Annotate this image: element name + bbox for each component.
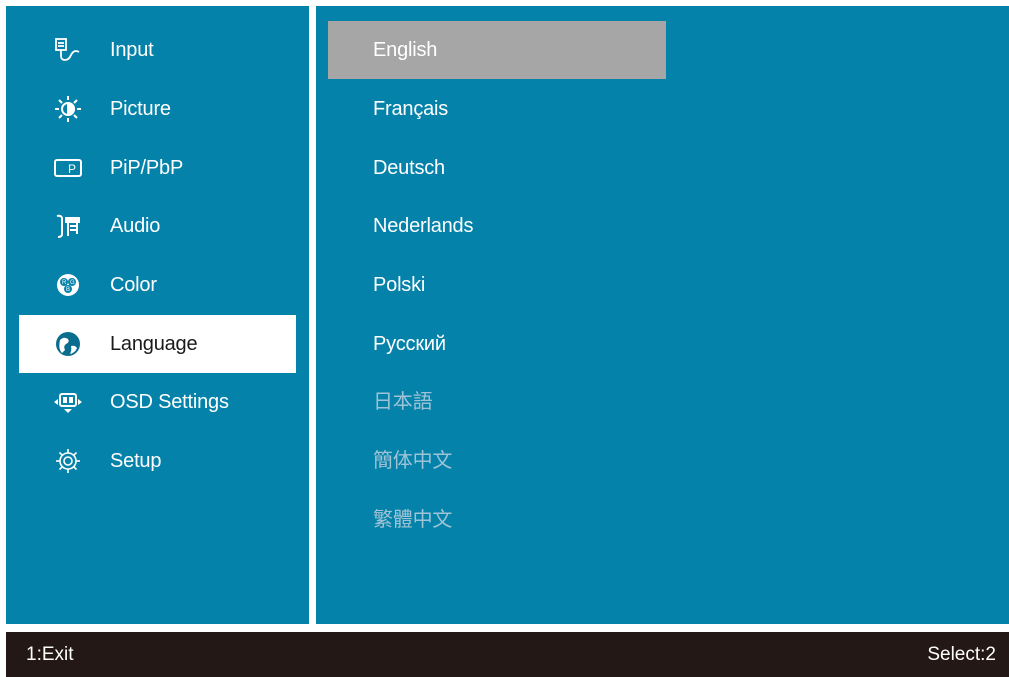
language-option-simplified-chinese: 簡体中文 [328, 432, 666, 490]
menu-item-osd-settings[interactable]: OSD Settings [19, 373, 296, 431]
language-option-english[interactable]: English [328, 21, 666, 79]
menu-item-input[interactable]: Input [19, 21, 296, 79]
menu-item-setup[interactable]: Setup [19, 432, 296, 490]
language-label: Русский [373, 333, 446, 355]
menu-item-label: Picture [110, 98, 171, 120]
menu-item-label: Setup [110, 450, 162, 472]
language-label: Polski [373, 274, 426, 296]
language-label: 繁體中文 [373, 509, 453, 531]
gear-icon [53, 447, 83, 475]
menu-item-audio[interactable]: Audio [19, 197, 296, 255]
language-option-deutsch[interactable]: Deutsch [328, 139, 666, 197]
brightness-icon [53, 95, 83, 123]
language-label: 簡体中文 [373, 450, 453, 472]
osd-menu: Input Picture P PiP/PbP Audio R G B Colo… [0, 0, 1009, 677]
language-option-traditional-chinese: 繁體中文 [328, 491, 666, 549]
language-option-japanese: 日本語 [328, 373, 666, 431]
menu-item-label: Input [110, 39, 154, 61]
svg-text:P: P [68, 162, 76, 176]
language-label: English [373, 39, 438, 61]
exit-hint: 1:Exit [26, 644, 74, 665]
menu-item-label: PiP/PbP [110, 157, 184, 179]
select-hint: Select:2 [927, 644, 996, 665]
osd-settings-icon [53, 388, 83, 416]
language-label: Deutsch [373, 157, 445, 179]
menu-item-label: Language [110, 333, 198, 355]
main-menu-panel: Input Picture P PiP/PbP Audio R G B Colo… [6, 6, 309, 624]
language-option-russian[interactable]: Русский [328, 315, 666, 373]
svg-text:B: B [66, 287, 70, 293]
footer-hint-bar: 1:Exit Select:2 [6, 632, 1009, 677]
input-icon [53, 36, 83, 64]
menu-item-label: OSD Settings [110, 391, 229, 413]
language-option-polski[interactable]: Polski [328, 256, 666, 314]
language-label: Français [373, 98, 449, 120]
menu-item-pip[interactable]: P PiP/PbP [19, 139, 296, 197]
svg-text:R: R [62, 280, 67, 286]
rgb-color-icon: R G B [53, 271, 83, 299]
menu-item-picture[interactable]: Picture [19, 80, 296, 138]
language-option-francais[interactable]: Français [328, 80, 666, 138]
menu-item-color[interactable]: R G B Color [19, 256, 296, 314]
menu-item-label: Color [110, 274, 157, 296]
language-label: 日本語 [373, 391, 433, 413]
language-option-nederlands[interactable]: Nederlands [328, 197, 666, 255]
globe-icon [53, 330, 83, 358]
pip-icon: P [53, 154, 83, 182]
language-list-panel: English Français Deutsch Nederlands Pols… [316, 6, 1009, 624]
menu-item-language[interactable]: Language [19, 315, 296, 373]
language-label: Nederlands [373, 215, 474, 237]
svg-text:G: G [70, 280, 75, 286]
audio-icon [53, 212, 83, 240]
menu-item-label: Audio [110, 215, 161, 237]
